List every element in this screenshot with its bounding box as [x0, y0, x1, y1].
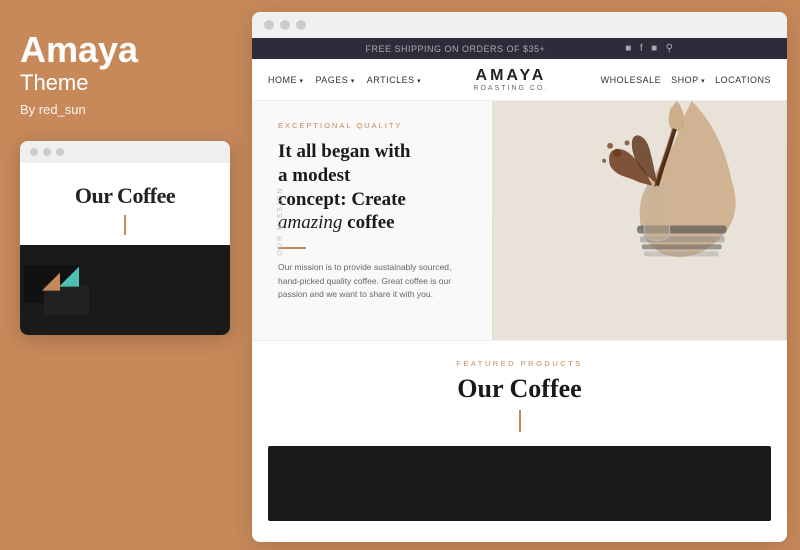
- author-text: By red_sun: [20, 102, 86, 117]
- browser-dot-2: [280, 20, 290, 30]
- nav-shop[interactable]: SHOP: [671, 75, 705, 85]
- featured-title: Our Coffee: [252, 374, 787, 404]
- logo-sub-text: ROASTING CO.: [473, 85, 548, 92]
- mini-dot-2: [43, 148, 51, 156]
- mini-image-area: [20, 245, 230, 335]
- facebook-icon: f: [640, 43, 643, 54]
- theme-title: Amaya Theme: [20, 30, 138, 102]
- coffee-pour-svg: [492, 101, 787, 340]
- nav-locations[interactable]: LOCATIONS: [715, 75, 771, 85]
- notification-bar: FREE SHIPPING ON ORDERS OF $35+ ■ f ■ ⚲: [252, 38, 787, 59]
- left-panel: Amaya Theme By red_sun Our Coffee: [0, 0, 245, 550]
- mini-dot-1: [30, 148, 38, 156]
- mini-dot-3: [56, 148, 64, 156]
- nav-wholesale[interactable]: WHOLESALE: [601, 75, 662, 85]
- nav-right-items: WHOLESALE SHOP LOCATIONS: [601, 75, 771, 85]
- navigation-bar: HOME PAGES ARTICLES AMAYA ROASTING CO. W…: [252, 59, 787, 101]
- hero-title-line1: It all began witha modestconcept: Create…: [278, 141, 411, 233]
- title-text: Amaya: [20, 30, 138, 70]
- camera-icon: ■: [651, 43, 658, 54]
- browser-dot-3: [296, 20, 306, 30]
- nav-home[interactable]: HOME: [268, 75, 303, 85]
- mini-content: Our Coffee: [20, 163, 230, 235]
- featured-image-strip: [268, 446, 771, 521]
- nav-articles[interactable]: ARTICLES: [367, 75, 421, 85]
- mission-label: OUR MISSION: [277, 186, 284, 255]
- search-icon: ⚲: [666, 43, 674, 54]
- mini-title-divider: [124, 215, 126, 235]
- hero-description: Our mission is to provide sustainably so…: [278, 261, 472, 302]
- featured-products-section: FEATURED PRODUCTS Our Coffee: [252, 341, 787, 531]
- nav-left-items: HOME PAGES ARTICLES: [268, 75, 421, 85]
- notif-message: FREE SHIPPING ON ORDERS OF $35+: [366, 44, 546, 54]
- hero-text-area: OUR MISSION EXCEPTIONAL QUALITY It all b…: [252, 101, 492, 340]
- hero-section: OUR MISSION EXCEPTIONAL QUALITY It all b…: [252, 101, 787, 341]
- main-browser: FREE SHIPPING ON ORDERS OF $35+ ■ f ■ ⚲ …: [252, 12, 787, 542]
- nav-logo: AMAYA ROASTING CO.: [473, 67, 548, 92]
- hero-title: It all began witha modestconcept: Create…: [278, 140, 472, 235]
- hero-tag: EXCEPTIONAL QUALITY: [278, 121, 472, 130]
- browser-chrome-bar: [252, 12, 787, 38]
- browser-dot-1: [264, 20, 274, 30]
- hero-image: [492, 101, 787, 340]
- notif-icons: ■ f ■ ⚲: [625, 43, 673, 54]
- instagram-icon: ■: [625, 43, 632, 54]
- mini-browser-bar: [20, 141, 230, 163]
- subtitle-text: Theme: [20, 70, 138, 96]
- mini-browser-preview: Our Coffee: [20, 141, 230, 335]
- mini-our-coffee-title: Our Coffee: [36, 183, 214, 209]
- nav-pages[interactable]: PAGES: [315, 75, 354, 85]
- featured-tag: FEATURED PRODUCTS: [252, 359, 787, 368]
- featured-title-divider: [519, 410, 521, 432]
- logo-main-text: AMAYA: [473, 67, 548, 85]
